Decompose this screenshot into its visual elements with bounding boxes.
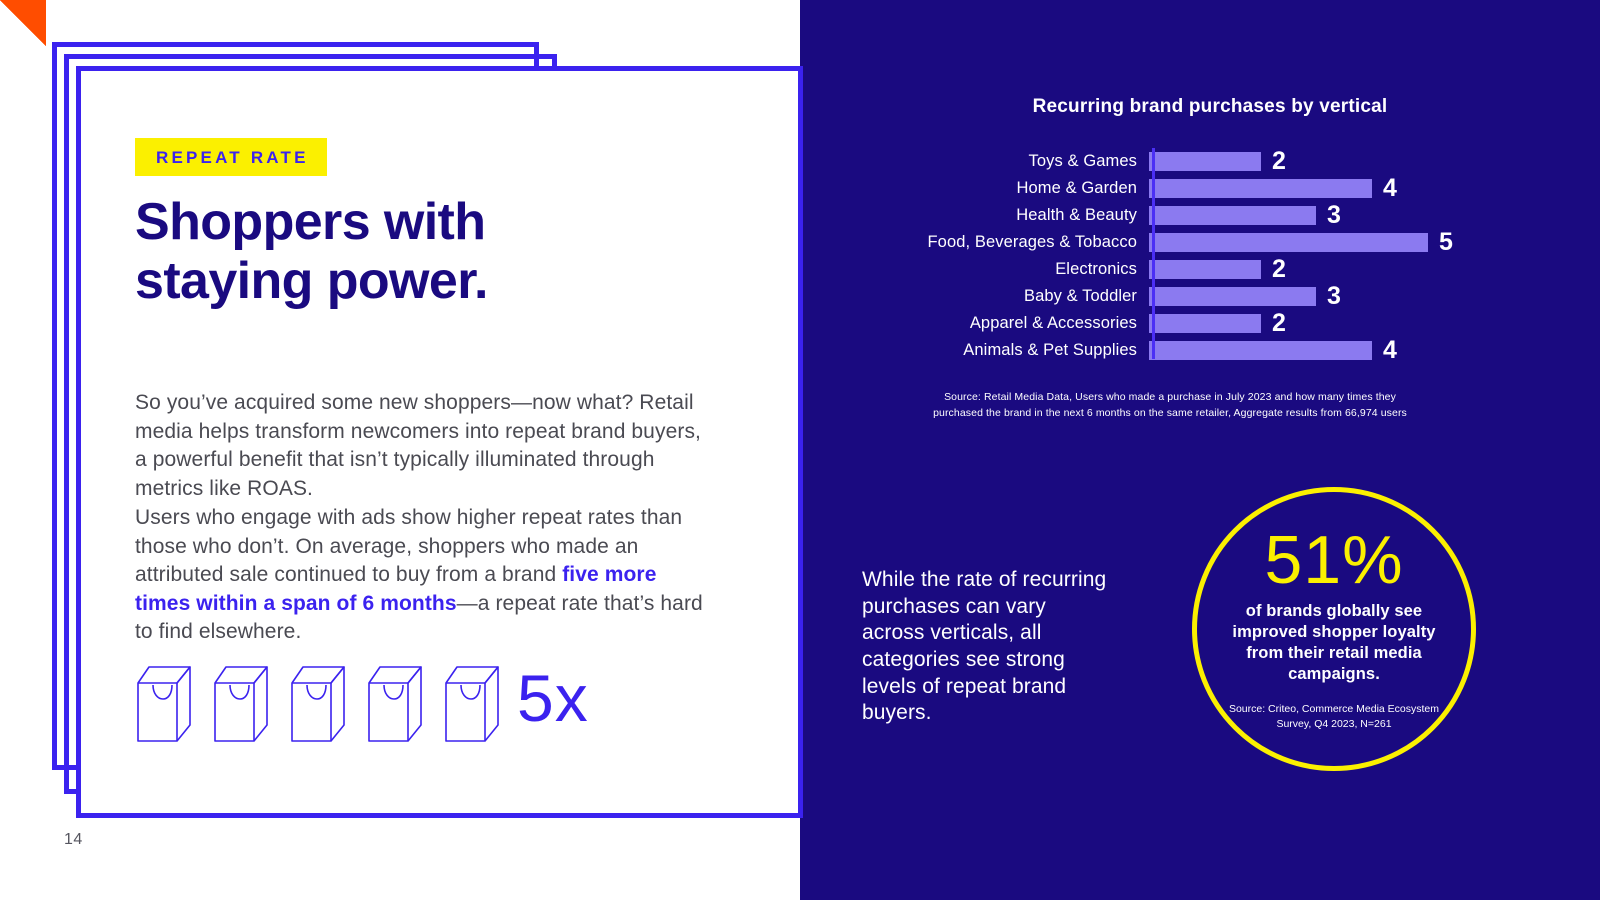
chart-bar-row: Home & Garden 4 (860, 175, 1480, 202)
shopping-bag-icon (368, 666, 422, 742)
chart-bar-row: Apparel & Accessories 2 (860, 310, 1480, 337)
slide-page: REPEAT RATE Shoppers with staying power.… (0, 0, 1600, 900)
orange-triangle-decoration (0, 0, 46, 46)
page-number: 14 (64, 831, 83, 848)
shopping-bags-row (135, 663, 501, 745)
chart-bar-track: 3 (1149, 203, 1480, 228)
chart-bar-value: 2 (1272, 147, 1286, 175)
chart-bar-track: 2 (1149, 311, 1480, 336)
stat-number: 51% (1264, 521, 1404, 598)
chart-bar-row: Animals & Pet Supplies 4 (860, 337, 1480, 364)
multiplier-label: 5x (517, 661, 589, 735)
chart-bar-track: 5 (1149, 230, 1480, 255)
chart-category-label: Animals & Pet Supplies (963, 341, 1137, 359)
chart-bar (1149, 341, 1372, 360)
chart-bar-value: 3 (1327, 201, 1341, 229)
chart-y-axis (1152, 148, 1155, 359)
chart-category-label: Electronics (1055, 260, 1137, 278)
chart-category-label: Health & Beauty (1016, 206, 1137, 224)
chart-bar (1149, 179, 1372, 198)
shopping-bag-icon (291, 666, 345, 742)
chart-bar-value: 4 (1383, 174, 1397, 202)
eyebrow-badge: REPEAT RATE (135, 138, 327, 176)
chart-bar-track: 4 (1149, 176, 1480, 201)
chart-bar-value: 5 (1439, 228, 1453, 256)
chart-bars: Toys & Games 2 Home & Garden 4 Health & Beau… (860, 148, 1480, 364)
stat-source-note: Source: Criteo, Commerce Media Ecosystem… (1228, 703, 1440, 731)
headline-line-2: staying power. (135, 251, 488, 310)
left-column: REPEAT RATE Shoppers with staying power.… (135, 0, 735, 900)
chart-bar-row: Electronics 2 (860, 256, 1480, 283)
page-title: Shoppers with staying power. (135, 193, 615, 311)
chart-bar-track: 2 (1149, 149, 1480, 174)
chart-category-label: Home & Garden (1016, 179, 1137, 197)
chart-bar (1149, 152, 1261, 171)
chart-bar (1149, 206, 1316, 225)
stat-circle: 51% of brands globally see improved shop… (1192, 487, 1476, 771)
chart-category-label: Food, Beverages & Tobacco (927, 233, 1137, 251)
right-paragraph: While the rate of recurring purchases ca… (862, 568, 1107, 725)
chart-category-label: Apparel & Accessories (969, 314, 1137, 332)
chart-bar-row: Food, Beverages & Tobacco 5 (860, 229, 1480, 256)
chart-bar (1149, 287, 1316, 306)
headline-line-1: Shoppers with (135, 193, 486, 251)
chart-container: Recurring brand purchases by vertical To… (860, 96, 1480, 422)
chart-plot-area: Toys & Games 2 Home & Garden 4 Health & Beau… (860, 148, 1480, 364)
chart-bar-track: 2 (1149, 257, 1480, 282)
chart-bar-value: 2 (1272, 309, 1286, 337)
body-paragraph-2: Users who engage with ads show higher re… (135, 504, 713, 647)
body-paragraph-1: So you’ve acquired some new shoppers—now… (135, 391, 701, 500)
chart-bar (1149, 260, 1261, 279)
chart-bar-track: 3 (1149, 284, 1480, 309)
chart-title: Recurring brand purchases by vertical (1032, 96, 1388, 117)
chart-bar (1149, 233, 1428, 252)
chart-category-label: Toys & Games (1028, 152, 1137, 170)
chart-bar-value: 2 (1272, 255, 1286, 283)
shopping-bag-icon (214, 666, 268, 742)
chart-bar-track: 4 (1149, 338, 1480, 363)
chart-bar-row: Baby & Toddler 3 (860, 283, 1480, 310)
chart-category-label: Baby & Toddler (1023, 287, 1137, 305)
chart-bar-value: 3 (1327, 282, 1341, 310)
shopping-bag-icon (137, 666, 191, 742)
stat-caption: of brands globally see improved shopper … (1232, 601, 1436, 683)
shopping-bag-icon (445, 666, 499, 742)
chart-bar-value: 4 (1383, 336, 1397, 364)
chart-bar (1149, 314, 1261, 333)
chart-bar-row: Health & Beauty 3 (860, 202, 1480, 229)
chart-source-note: Source: Retail Media Data, Users who mad… (933, 391, 1407, 419)
chart-bar-row: Toys & Games 2 (860, 148, 1480, 175)
